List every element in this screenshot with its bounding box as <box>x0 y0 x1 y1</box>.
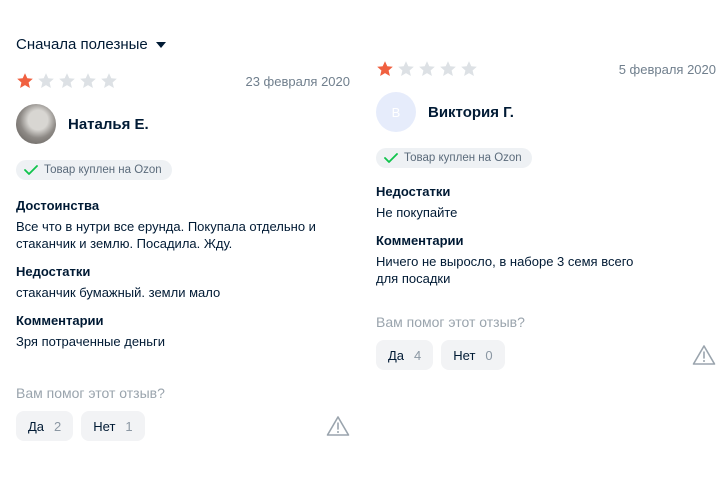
review-header: 5 февраля 2020 <box>376 58 716 80</box>
rating-stars <box>16 72 118 90</box>
purchase-badge: Товар куплен на Ozon <box>16 160 172 180</box>
comments-text: Ничего не выросло, в наборе 3 семя всего… <box>376 254 634 286</box>
vote-yes-count: 2 <box>54 418 62 434</box>
sort-dropdown[interactable]: Сначала полезные <box>16 36 166 53</box>
star-empty-icon <box>59 73 75 88</box>
warning-icon <box>692 345 716 365</box>
rating-stars <box>376 60 478 78</box>
reviews-page: Сначала полезные 23 февраля 2020 Наталья… <box>0 0 720 480</box>
vote-no-label: Нет <box>453 347 476 363</box>
star-filled-icon <box>377 61 393 76</box>
review-header: 23 февраля 2020 <box>16 70 350 92</box>
vote-yes-label: Да <box>28 418 45 434</box>
avatar: В <box>376 92 416 132</box>
warning-icon <box>326 416 350 436</box>
vote-yes-count: 4 <box>414 347 422 363</box>
cons-text: стаканчик бумажный. земли мало <box>16 285 221 300</box>
pros-title: Достоинства <box>16 198 100 213</box>
sort-label: Сначала полезные <box>16 36 148 53</box>
vote-yes-button[interactable]: Да 2 <box>16 411 74 441</box>
badge-label: Товар куплен на Ozon <box>404 152 522 164</box>
review-card: 23 февраля 2020 Наталья Е. Товар куплен … <box>16 70 350 441</box>
vote-no-label: Нет <box>93 418 116 434</box>
vote-yes-button[interactable]: Да 4 <box>376 340 434 370</box>
star-filled-icon <box>17 73 33 88</box>
vote-yes-label: Да <box>388 347 405 363</box>
check-icon <box>24 165 38 175</box>
author-name: Виктория Г. <box>428 103 514 121</box>
cons-title: Недостатки <box>16 264 91 279</box>
helpful-question: Вам помог этот отзыв? <box>16 385 165 401</box>
helpful-question: Вам помог этот отзыв? <box>376 314 525 330</box>
avatar-letter: В <box>391 104 401 120</box>
cons-text: Не покупайте <box>376 205 458 220</box>
pros-text: Все что в нутри все ерунда. Покупала отд… <box>16 219 316 251</box>
purchase-badge: Товар куплен на Ozon <box>376 148 532 168</box>
comments-title: Комментарии <box>16 313 104 328</box>
vote-no-button[interactable]: Нет 0 <box>441 340 505 370</box>
cons-title: Недостатки <box>376 184 451 199</box>
caret-down-icon <box>155 42 166 48</box>
comments-title: Комментарии <box>376 233 464 248</box>
star-empty-icon <box>101 73 117 88</box>
review-date: 5 февраля 2020 <box>618 61 716 77</box>
vote-row: Да 4 Нет 0 <box>376 340 716 370</box>
comments-text: Зря потраченные деньги <box>16 334 166 349</box>
star-empty-icon <box>461 61 477 76</box>
avatar <box>16 104 56 144</box>
review-card: 5 февраля 2020 В Виктория Г. Товар купле… <box>376 58 716 370</box>
badge-label: Товар куплен на Ozon <box>44 164 162 176</box>
star-empty-icon <box>440 61 456 76</box>
review-author: В Виктория Г. <box>376 92 716 132</box>
vote-row: Да 2 Нет 1 <box>16 411 350 441</box>
report-button[interactable] <box>692 343 716 367</box>
review-date: 23 февраля 2020 <box>245 73 350 89</box>
vote-no-button[interactable]: Нет 1 <box>81 411 145 441</box>
author-name: Наталья Е. <box>68 115 149 133</box>
review-author: Наталья Е. <box>16 104 350 144</box>
star-empty-icon <box>80 73 96 88</box>
star-empty-icon <box>398 61 414 76</box>
vote-no-count: 0 <box>485 347 493 363</box>
star-empty-icon <box>38 73 54 88</box>
star-empty-icon <box>419 61 435 76</box>
report-button[interactable] <box>326 414 350 438</box>
vote-no-count: 1 <box>125 418 133 434</box>
check-icon <box>384 153 398 163</box>
